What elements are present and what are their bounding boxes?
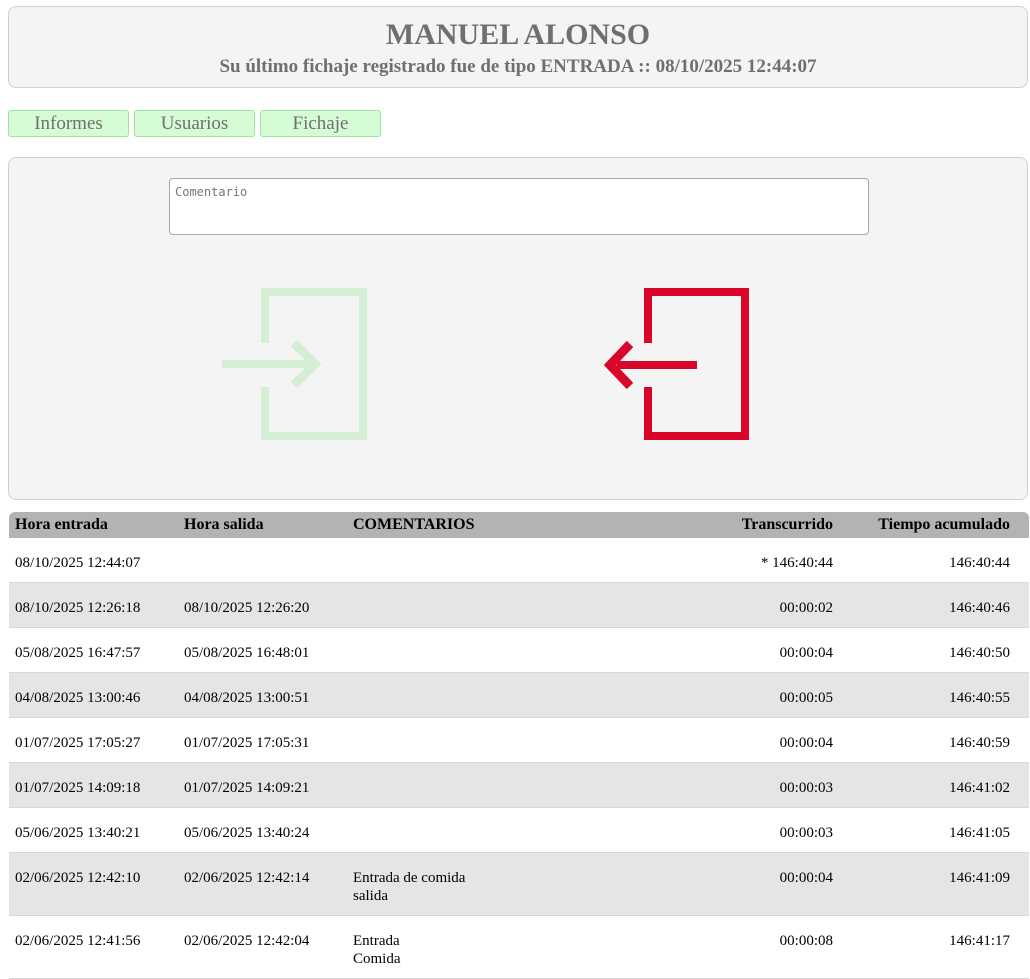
- cell-transcurrido: 00:00:03: [597, 762, 852, 808]
- cell-entrada: 05/06/2025 13:40:21: [9, 807, 178, 853]
- table-row: 01/07/2025 17:05:27 01/07/2025 17:05:31 …: [9, 717, 1029, 763]
- cell-acumulado: 146:40:59: [852, 717, 1029, 763]
- cell-acumulado: 146:41:09: [852, 852, 1029, 916]
- cell-comentarios: [347, 717, 597, 763]
- cell-salida: 08/10/2025 12:26:20: [178, 582, 347, 628]
- cell-transcurrido: 00:00:04: [597, 627, 852, 673]
- table-header-row: Hora entrada Hora salida COMENTARIOS Tra…: [9, 512, 1029, 538]
- cell-acumulado: 146:41:17: [852, 915, 1029, 979]
- login-arrow-icon[interactable]: [219, 288, 379, 443]
- cell-entrada: 08/10/2025 12:44:07: [9, 538, 178, 583]
- cell-acumulado: 146:40:44: [852, 538, 1029, 583]
- usuarios-button[interactable]: Usuarios: [134, 110, 255, 137]
- cell-entrada: 01/07/2025 17:05:27: [9, 717, 178, 763]
- cell-comentarios: Entrada de comida salida: [347, 852, 597, 916]
- header-acumulado: Tiempo acumulado: [852, 512, 1029, 538]
- cell-transcurrido: * 146:40:44: [597, 538, 852, 583]
- cell-transcurrido: 00:00:03: [597, 807, 852, 853]
- header-transcurrido: Transcurrido: [597, 512, 852, 538]
- cell-salida: 01/07/2025 17:05:31: [178, 717, 347, 763]
- cell-transcurrido: 00:00:04: [597, 852, 852, 916]
- cell-salida: 05/08/2025 16:48:01: [178, 627, 347, 673]
- cell-comentarios: [347, 627, 597, 673]
- cell-comentarios: [347, 538, 597, 583]
- user-header: MANUEL ALONSO Su último fichaje registra…: [8, 6, 1028, 88]
- cell-entrada: 08/10/2025 12:26:18: [9, 582, 178, 628]
- cell-transcurrido: 00:00:04: [597, 717, 852, 763]
- cell-acumulado: 146:40:55: [852, 672, 1029, 718]
- cell-salida: 01/07/2025 14:09:21: [178, 762, 347, 808]
- cell-acumulado: 146:40:46: [852, 582, 1029, 628]
- clock-log-table: Hora entrada Hora salida COMENTARIOS Tra…: [9, 512, 1029, 979]
- cell-acumulado: 146:41:02: [852, 762, 1029, 808]
- cell-salida: 02/06/2025 12:42:04: [178, 915, 347, 979]
- clock-panel: [8, 157, 1028, 500]
- fichaje-button[interactable]: Fichaje: [260, 110, 381, 137]
- table-row: 05/06/2025 13:40:21 05/06/2025 13:40:24 …: [9, 807, 1029, 853]
- cell-transcurrido: 00:00:08: [597, 915, 852, 979]
- header-entrada: Hora entrada: [9, 512, 178, 538]
- informes-button[interactable]: Informes: [8, 110, 129, 137]
- cell-salida: 02/06/2025 12:42:14: [178, 852, 347, 916]
- cell-entrada: 04/08/2025 13:00:46: [9, 672, 178, 718]
- cell-entrada: 05/08/2025 16:47:57: [9, 627, 178, 673]
- cell-transcurrido: 00:00:05: [597, 672, 852, 718]
- cell-salida: 05/06/2025 13:40:24: [178, 807, 347, 853]
- cell-acumulado: 146:41:05: [852, 807, 1029, 853]
- cell-entrada: 02/06/2025 12:42:10: [9, 852, 178, 916]
- table-row: 05/08/2025 16:47:57 05/08/2025 16:48:01 …: [9, 627, 1029, 673]
- cell-transcurrido: 00:00:02: [597, 582, 852, 628]
- cell-comentarios: [347, 582, 597, 628]
- last-entry-status: Su último fichaje registrado fue de tipo…: [219, 56, 817, 77]
- cell-salida: 04/08/2025 13:00:51: [178, 672, 347, 718]
- cell-comentarios: [347, 672, 597, 718]
- cell-entrada: 01/07/2025 14:09:18: [9, 762, 178, 808]
- cell-comentarios: [347, 807, 597, 853]
- table-row: 02/06/2025 12:41:56 02/06/2025 12:42:04 …: [9, 915, 1029, 979]
- header-comentarios: COMENTARIOS: [347, 512, 597, 538]
- main-nav: Informes Usuarios Fichaje: [8, 110, 381, 137]
- cell-salida: [178, 538, 347, 583]
- cell-entrada: 02/06/2025 12:41:56: [9, 915, 178, 979]
- cell-acumulado: 146:40:50: [852, 627, 1029, 673]
- cell-comentarios: Entrada Comida: [347, 915, 597, 979]
- table-row: 01/07/2025 14:09:18 01/07/2025 14:09:21 …: [9, 762, 1029, 808]
- table-row: 08/10/2025 12:26:18 08/10/2025 12:26:20 …: [9, 582, 1029, 628]
- header-salida: Hora salida: [178, 512, 347, 538]
- logout-arrow-icon[interactable]: [597, 288, 757, 443]
- cell-comentarios: [347, 762, 597, 808]
- table-row: 08/10/2025 12:44:07 * 146:40:44 146:40:4…: [9, 538, 1029, 583]
- table-row: 02/06/2025 12:42:10 02/06/2025 12:42:14 …: [9, 852, 1029, 916]
- table-row: 04/08/2025 13:00:46 04/08/2025 13:00:51 …: [9, 672, 1029, 718]
- user-name: MANUEL ALONSO: [385, 18, 651, 51]
- comment-input[interactable]: [169, 178, 869, 235]
